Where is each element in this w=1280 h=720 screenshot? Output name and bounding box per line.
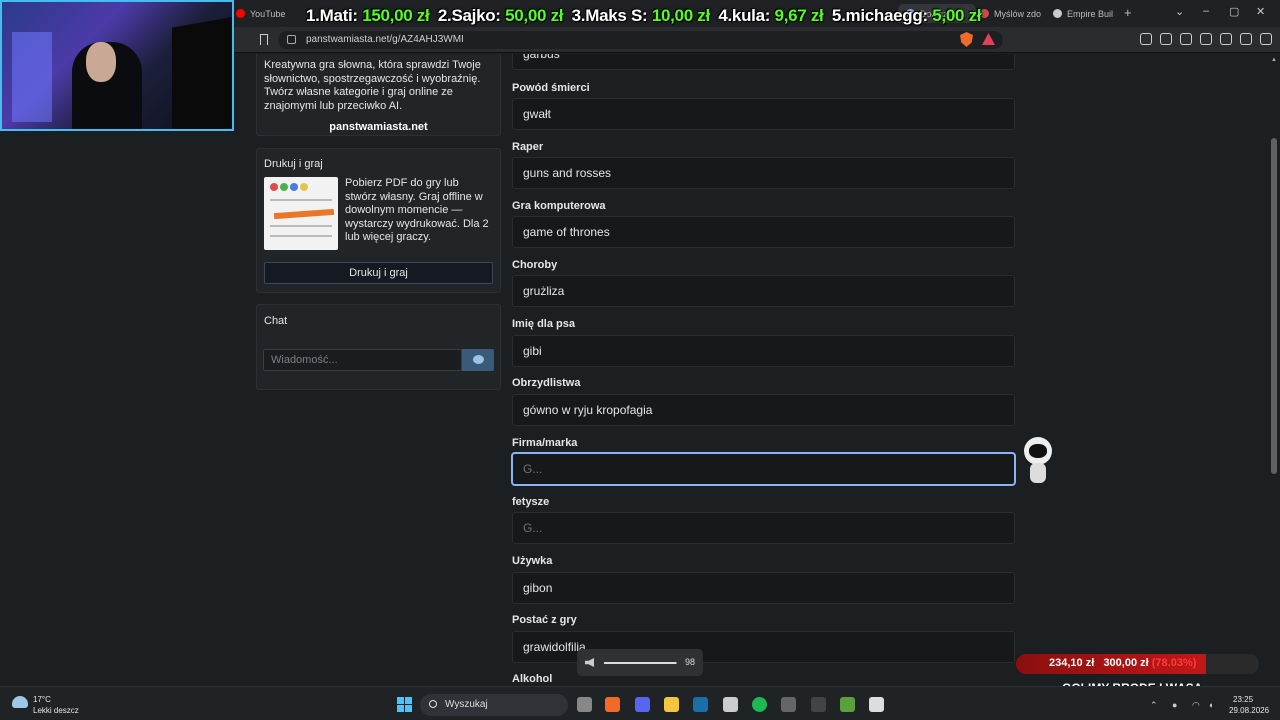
minecraft-icon[interactable] [840,697,855,712]
sidebar-icon[interactable] [1180,33,1192,45]
youtube-icon [236,9,245,18]
speaker-icon[interactable] [585,658,594,667]
google-icon [1053,9,1062,18]
donor-leaderboard: 1.Mati: 150,00 zł 2.Sajko: 50,00 zł 3.Ma… [306,6,985,28]
donor-entry: 4.kula: 9,67 zł [718,6,824,25]
chat-title: Chat [264,315,288,327]
volume-slider[interactable] [604,662,677,664]
field-label: Imię dla psa [512,318,575,330]
field-label: Obrzydlistwa [512,377,581,389]
chat-card: Chat Wiadomość... [256,304,501,390]
leo-icon[interactable] [1220,33,1232,45]
donor-entry: 1.Mati: 150,00 zł [306,6,430,25]
wallet-icon[interactable] [1200,33,1212,45]
vpn-icon[interactable] [1240,33,1252,45]
field-input[interactable]: G... [512,512,1015,544]
field-input[interactable]: gibi [512,335,1015,367]
search-icon [429,700,437,708]
extensions-icon[interactable] [1140,33,1152,45]
menu-icon[interactable] [1260,33,1272,45]
url-text: panstwamiasta.net/g/AZ4AHJ3WMI [306,34,464,45]
wifi-icon[interactable]: ◠ [1192,700,1200,711]
scroll-up-icon[interactable]: ▲ [1271,57,1277,63]
field-label: Używka [512,555,553,567]
volume-icon[interactable]: ◖ [1208,700,1213,710]
tab-youtube[interactable]: YouTube [236,4,285,23]
maximize-icon[interactable]: ▢ [1229,5,1239,18]
print-card: Drukuj i graj Pobierz PDF do gry lub stw… [256,148,501,293]
chatgpt-icon[interactable] [723,697,738,712]
task-view-icon[interactable] [577,697,592,712]
site-link[interactable]: panstwamiasta.net [257,121,500,133]
minimize-icon[interactable]: – [1203,5,1209,17]
field-input[interactable]: grużliza [512,275,1015,307]
page-scrollbar[interactable]: ▲ [1268,54,1280,686]
field-label: Firma/marka [512,437,578,449]
explorer-icon[interactable] [664,697,679,712]
webcam-overlay [0,0,234,131]
donor-entry: 2.Sajko: 50,00 zł [437,6,564,25]
url-field[interactable]: panstwamiasta.net/g/AZ4AHJ3WMI [278,31,1003,49]
mic-icon[interactable]: ● [1172,700,1177,710]
page-content: Kreatywna gra słowna, która sprawdzi Two… [0,54,1268,686]
print-card-title: Drukuj i graj [264,158,323,170]
field-input[interactable]: gibon [512,572,1015,604]
g-hub-icon[interactable] [869,697,884,712]
mascot-sticker [1020,437,1056,485]
about-description: Kreatywna gra słowna, która sprawdzi Two… [264,59,481,112]
brave-icon[interactable] [605,697,620,712]
scrollbar-thumb[interactable] [1271,138,1277,474]
clock-date: 29.08.2026 [1229,706,1270,715]
goal-text: 234,10 zł 300,00 zł (78.03%) [1049,657,1197,669]
media-icon[interactable] [1160,33,1172,45]
new-tab-button[interactable]: + [1124,5,1132,20]
field-input[interactable]: gówno w ryju kropofagia [512,394,1015,426]
volume-level-fill [604,662,676,664]
print-description: Pobierz PDF do gry lub stwórz własny. Gr… [345,177,489,243]
terminal-icon[interactable] [811,697,826,712]
field-label: fetysze [512,496,550,508]
donor-entry: 5.michaegg: 5,00 zł [831,6,982,25]
field-input[interactable]: gwałt [512,98,1015,130]
field-label: Raper [512,141,544,153]
weather-temp: 17°C [33,695,51,704]
field-label: Gra komputerowa [512,200,606,212]
print-button[interactable]: Drukuj i graj [264,262,493,284]
start-icon[interactable] [397,697,412,712]
close-icon[interactable]: ✕ [1256,5,1265,18]
obs-icon[interactable] [781,697,796,712]
donor-entry: 3.Maks S: 10,00 zł [571,6,711,25]
chat-bubble-icon [473,355,484,364]
clock-time: 23:25 [1233,695,1254,704]
volume-value: 98 [685,657,696,667]
category-input-previous[interactable]: garbus [512,54,1015,70]
chevron-down-icon[interactable]: ⌄ [1175,5,1184,18]
donation-goal-bar: 234,10 zł 300,00 zł (78.03%) [1016,654,1259,674]
chat-input[interactable]: Wiadomość... [263,349,462,371]
field-input[interactable]: game of thrones [512,216,1015,248]
tab-myslow[interactable]: Myślów zdo [980,4,1042,23]
field-label: Powód śmierci [512,82,590,94]
taskbar-search[interactable]: Wyszukaj [420,694,568,716]
bookmark-icon[interactable] [260,34,268,45]
weather-icon[interactable] [12,696,28,708]
field-input-focused[interactable]: G... [512,453,1015,485]
tab-empire[interactable]: Empire Buil [1053,4,1117,23]
site-info-icon[interactable] [287,35,296,44]
spotify-icon[interactable] [752,697,767,712]
volume-flyout: 98 [577,649,703,676]
steam-icon[interactable] [693,697,708,712]
field-label: Choroby [512,259,558,271]
taskbar: 17°C Lekki deszcz Wyszukaj ⌃ ● ◠ ◖ 23:25… [0,686,1280,720]
chat-send-button[interactable] [462,349,494,371]
discord-icon[interactable] [635,697,650,712]
weather-desc: Lekki deszcz [33,706,79,715]
toolbar-icons [1140,33,1272,45]
field-label: Postać z gry [512,614,577,626]
about-card: Kreatywna gra słowna, która sprawdzi Two… [256,54,501,136]
print-preview-image [264,177,338,250]
field-input[interactable]: guns and rosses [512,157,1015,189]
field-label: Alkohol [512,673,553,685]
chevron-up-icon[interactable]: ⌃ [1150,700,1158,711]
